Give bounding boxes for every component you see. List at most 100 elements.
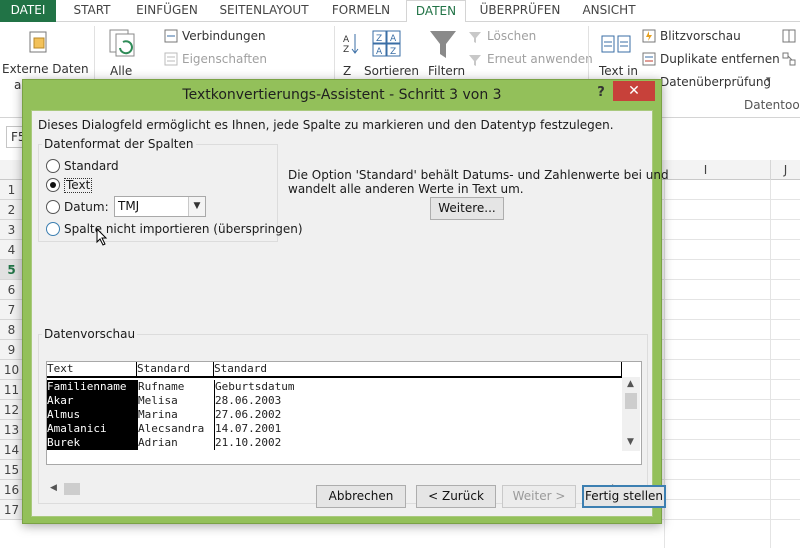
weitere-button[interactable]: Weitere... [430, 197, 504, 220]
row-header[interactable]: 13 [0, 420, 24, 440]
filter-icon[interactable] [428, 28, 458, 62]
erneut-anwenden-label: Erneut anwenden [487, 52, 593, 66]
preview-column-header[interactable]: Text [47, 362, 137, 378]
remove-duplicates-icon[interactable] [642, 52, 656, 66]
row-header[interactable]: 9 [0, 340, 24, 360]
data-preview-label: Datenvorschau [42, 327, 138, 341]
date-format-select[interactable]: TMJ ▼ [114, 196, 206, 217]
refresh-all-icon[interactable] [108, 28, 138, 60]
duplikate-entfernen-label[interactable]: Duplikate entfernen [660, 52, 780, 66]
radio-standard[interactable] [46, 159, 60, 173]
row-header[interactable]: 14 [0, 440, 24, 460]
external-data-icon[interactable] [28, 30, 50, 54]
radio-datum[interactable] [46, 200, 60, 214]
scrollbar-thumb[interactable] [625, 393, 637, 409]
close-icon: ✕ [628, 83, 640, 99]
preview-cell: Marina [137, 408, 212, 422]
data-preview-table[interactable]: Text Standard Standard Familienname Rufname G… [46, 361, 642, 465]
radio-text-label[interactable]: Text [64, 178, 93, 193]
next-button: Weiter > [502, 485, 576, 508]
properties-icon [164, 52, 178, 66]
connections-icon[interactable] [164, 29, 178, 43]
radio-standard-label[interactable]: Standard [64, 159, 119, 173]
datenueberpruefung-label[interactable]: Datenüberprüfung [660, 75, 771, 89]
row-header[interactable]: 8 [0, 320, 24, 340]
chevron-down-icon[interactable]: ▼ [188, 197, 205, 216]
tab-einfuegen[interactable]: EINFÜGEN [130, 0, 204, 22]
tab-ueberpruefen[interactable]: ÜBERPRÜFEN [476, 0, 564, 22]
mouse-pointer-icon [96, 227, 108, 249]
filtern-label[interactable]: Filtern [428, 64, 465, 78]
row-header[interactable]: 16 [0, 480, 24, 500]
ribbon-tab-bar: DATEI START EINFÜGEN SEITENLAYOUT FORMEL… [0, 0, 800, 23]
chevron-left-icon[interactable]: ◀ [50, 483, 57, 493]
help-button[interactable]: ? [589, 80, 613, 106]
sort-az-icon[interactable]: AZ [343, 32, 359, 55]
chevron-down-icon[interactable]: ▾ [766, 75, 771, 85]
grid-line [770, 180, 771, 548]
text-in-label[interactable]: Text in [599, 64, 638, 78]
svg-text:A: A [390, 34, 397, 44]
back-button[interactable]: < Zurück [416, 485, 496, 508]
preview-column-header[interactable]: Standard [214, 362, 622, 378]
svg-text:Z: Z [376, 34, 382, 44]
preview-cell: 28.06.2003 [214, 394, 620, 408]
preview-cell: Amalanici [47, 422, 137, 436]
radio-text[interactable] [46, 178, 60, 192]
flash-fill-icon[interactable] [642, 29, 656, 43]
radio-skip-column[interactable] [46, 222, 60, 236]
svg-text:A: A [343, 35, 350, 45]
preview-cell: 21.10.2002 [214, 436, 620, 450]
row-header[interactable]: 1 [0, 180, 24, 200]
preview-cell: Akar [47, 394, 137, 408]
consolidate-icon[interactable] [782, 29, 796, 43]
row-header[interactable]: 17 [0, 500, 24, 520]
chevron-down-icon[interactable]: ▼ [627, 437, 634, 447]
preview-vertical-scrollbar[interactable]: ▲ ▼ [622, 377, 640, 451]
row-header[interactable]: 5 [0, 260, 24, 280]
row-header[interactable]: 10 [0, 360, 24, 380]
close-button[interactable]: ✕ [613, 81, 655, 101]
blitzvorschau-label[interactable]: Blitzvorschau [660, 29, 741, 43]
preview-column-header[interactable]: Standard [137, 362, 214, 378]
row-header[interactable]: 11 [0, 380, 24, 400]
svg-text:Z: Z [343, 45, 349, 54]
cancel-button[interactable]: Abbrechen [316, 485, 406, 508]
text-to-columns-icon[interactable] [600, 30, 632, 58]
preview-cell: Burek [47, 436, 137, 450]
dialog-body: Dieses Dialogfeld ermöglicht es Ihnen, j… [31, 110, 669, 517]
row-header[interactable]: 6 [0, 280, 24, 300]
eigenschaften-label: Eigenschaften [182, 52, 268, 66]
tab-daten[interactable]: DATEN [406, 0, 466, 23]
tab-datei[interactable]: DATEI [0, 0, 56, 22]
verbindungen-label[interactable]: Verbindungen [182, 29, 266, 43]
row-header[interactable]: 2 [0, 200, 24, 220]
relationships-icon[interactable] [782, 52, 796, 66]
chevron-up-icon[interactable]: ▲ [627, 379, 634, 389]
preview-cell: 14.07.2001 [214, 422, 620, 436]
sort-icon[interactable]: ZAAZ [372, 30, 402, 58]
datentools-group-label: Datentools [744, 98, 800, 112]
preview-cell: Familienname [47, 380, 137, 394]
row-header[interactable]: 12 [0, 400, 24, 420]
reapply-icon [468, 53, 482, 67]
row-header[interactable]: 4 [0, 240, 24, 260]
tab-start[interactable]: START [66, 0, 118, 22]
alle-label[interactable]: Alle [110, 64, 132, 78]
finish-button[interactable]: Fertig stellen [582, 485, 666, 508]
tab-seitenlayout[interactable]: SEITENLAYOUT [214, 0, 314, 22]
date-format-value: TMJ [118, 199, 140, 213]
sortieren-label[interactable]: Sortieren [364, 64, 419, 78]
loeschen-label: Löschen [487, 29, 537, 43]
row-header[interactable]: 7 [0, 300, 24, 320]
scrollbar-thumb[interactable] [64, 483, 80, 495]
radio-datum-label[interactable]: Datum: [64, 200, 109, 214]
row-header[interactable]: 15 [0, 460, 24, 480]
preview-cell: Alecsandra [137, 422, 212, 436]
tab-ansicht[interactable]: ANSICHT [574, 0, 644, 22]
externe-daten-label[interactable]: Externe Daten [2, 62, 89, 76]
tab-formeln[interactable]: FORMELN [326, 0, 396, 22]
column-header-j[interactable]: J [770, 160, 800, 180]
row-header[interactable]: 3 [0, 220, 24, 240]
sort-za-small[interactable]: Z [343, 64, 351, 78]
